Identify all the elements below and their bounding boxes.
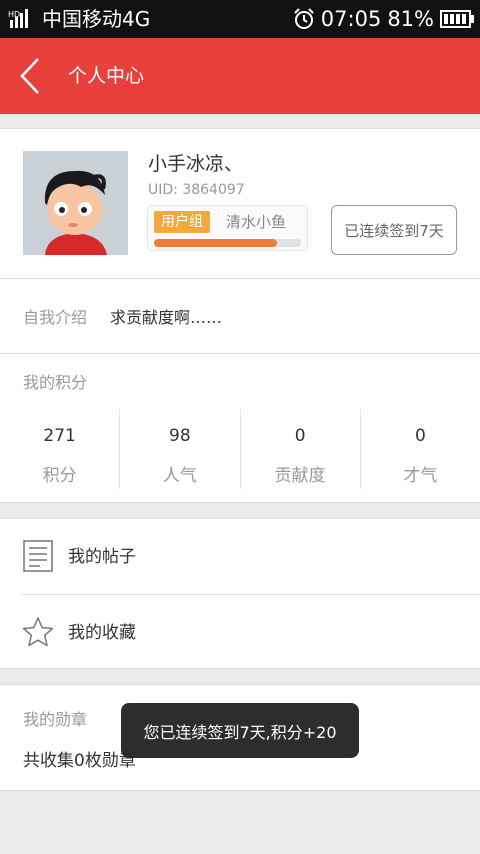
score-stats: 271 积分 98 人气 0 贡献度 0 才气 [0, 409, 480, 489]
level-progress-fill [154, 239, 278, 247]
menu-item-label: 我的帖子 [68, 547, 136, 567]
username: 小手冰凉、 [148, 153, 244, 175]
user-id: UID: 3864097 [148, 182, 245, 198]
status-right: 07:05 81% [293, 6, 474, 32]
stat-value: 0 [294, 426, 306, 446]
stat-contribution[interactable]: 0 贡献度 [239, 409, 360, 489]
back-arrow-icon[interactable] [14, 56, 48, 96]
stat-talent[interactable]: 0 才气 [359, 409, 480, 489]
app-header: 个人中心 [0, 38, 480, 114]
document-icon [23, 540, 53, 572]
stat-value: 98 [169, 426, 191, 446]
battery-percent: 81% [387, 7, 434, 31]
clock-time: 07:05 [320, 7, 382, 31]
medals-title: 我的勋章 [23, 710, 88, 729]
menu-item-my-favorites[interactable]: 我的收藏 [0, 595, 480, 670]
user-group-box: 用户组 清水小鱼 [147, 205, 308, 251]
sim-signal-icon: HD [8, 9, 28, 28]
level-progress-bar [154, 239, 301, 247]
stat-popularity[interactable]: 98 人气 [119, 409, 239, 489]
toast-message: 您已连续签到7天,积分+20 [121, 703, 359, 758]
stat-value: 271 [43, 426, 76, 446]
signin-button[interactable]: 已连续签到7天 [331, 205, 457, 255]
menu-item-label: 我的收藏 [68, 623, 136, 643]
menu-card: 我的帖子 我的收藏 [0, 518, 480, 669]
intro-label: 自我介绍 [23, 308, 88, 327]
carrier-name: 中国移动4G [42, 7, 151, 31]
avatar-image [23, 151, 128, 255]
score-title: 我的积分 [23, 373, 88, 392]
stat-value: 0 [414, 426, 426, 446]
alarm-icon [294, 8, 314, 29]
group-name: 清水小鱼 [226, 213, 287, 231]
star-icon [22, 617, 54, 647]
profile-card: 小手冰凉、 UID: 3864097 用户组 清水小鱼 已连续签到7天 自我介绍… [0, 128, 480, 503]
page-title: 个人中心 [68, 65, 145, 87]
menu-item-my-posts[interactable]: 我的帖子 [0, 519, 480, 594]
group-badge: 用户组 [154, 211, 210, 233]
medals-count: 共收集0枚勋章 [23, 751, 136, 771]
avatar[interactable] [23, 151, 128, 255]
battery-icon [440, 10, 474, 28]
divider [0, 278, 480, 279]
svg-text:HD: HD [8, 10, 20, 19]
status-bar: HD 中国移动4G 07:05 81% [0, 0, 480, 38]
stat-label: 贡献度 [274, 466, 326, 486]
stat-label: 人气 [162, 466, 197, 486]
stat-label: 积分 [42, 466, 77, 486]
stat-points[interactable]: 271 积分 [0, 409, 119, 489]
stat-label: 才气 [403, 466, 438, 486]
intro-text: 求贡献度啊…… [110, 308, 223, 327]
divider [0, 353, 480, 354]
